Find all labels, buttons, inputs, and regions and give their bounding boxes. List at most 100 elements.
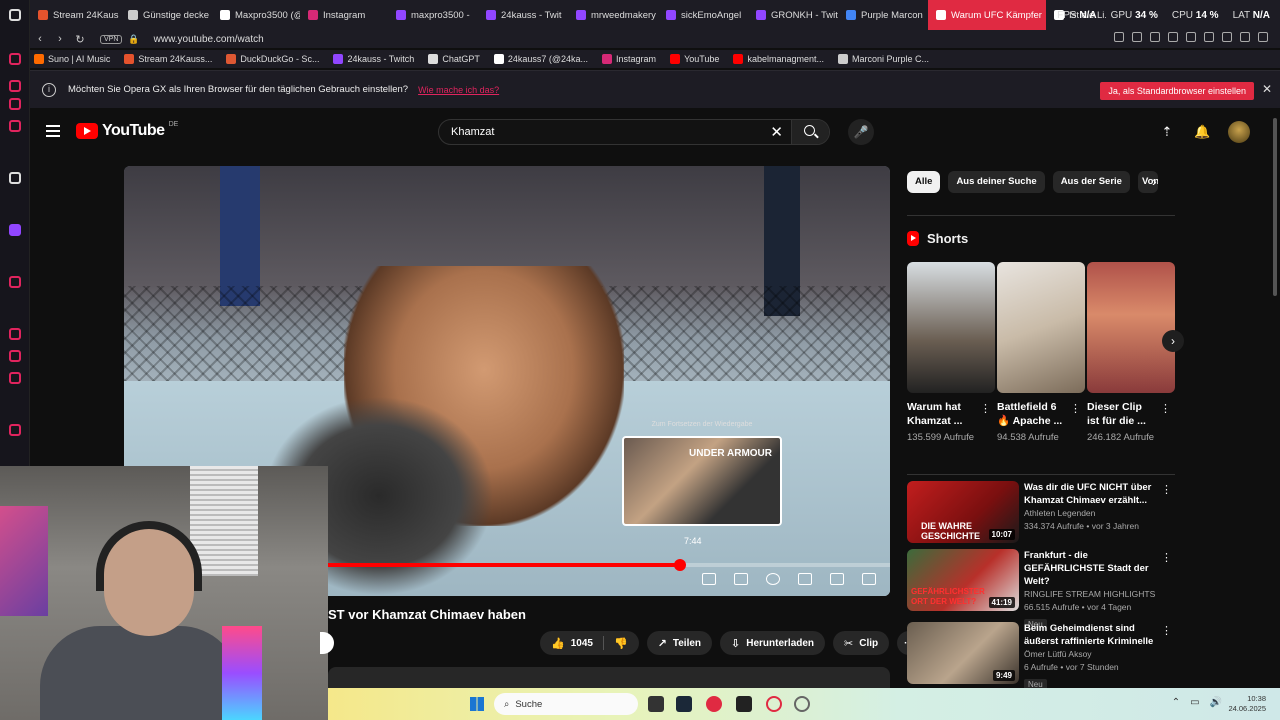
miniplayer-icon[interactable] [798,573,812,585]
download-button[interactable]: ⇩ Herunterladen [720,631,826,655]
file-explorer-icon[interactable] [648,696,664,712]
back-icon[interactable]: ‹ [30,33,50,45]
sidebar-gx-corner-icon[interactable] [9,80,21,92]
taskbar-clock[interactable]: 10:38 24.06.2025 [1228,694,1266,714]
hamburger-menu-icon[interactable] [46,125,60,137]
search-box[interactable]: Khamzat ✕ [438,119,830,145]
tab-9[interactable]: Purple Marcon [838,0,928,30]
heart-icon[interactable] [1186,32,1196,42]
recommended-video[interactable]: GEFÄHRLICHSTER ORT DER WELT? 41:19 Frank… [907,549,1175,630]
tab-8[interactable]: GRONKH - Twit [748,0,838,30]
like-icon[interactable]: 👍 [551,637,565,650]
channel-name[interactable]: Ömer Lütfü Aksoy [1024,648,1164,661]
tab-5[interactable]: 24kauss - Twit [478,0,568,30]
sidebar-twitch-icon[interactable] [9,224,21,236]
extensions-icon[interactable] [1204,32,1214,42]
sidebar-twitch-red-icon[interactable] [9,98,21,110]
short-title[interactable]: Battlefield 6 🔥 Apache ... [997,400,1067,428]
youtube-logo[interactable]: YouTube DE [76,121,178,140]
bookmark-8[interactable]: kabelmanagment... [733,54,824,64]
sidebar-extensions-icon[interactable] [9,350,21,362]
video-title[interactable]: Beim Geheimdienst sind äußerst raffinier… [1024,622,1164,648]
chevron-right-icon[interactable]: › [1152,173,1157,189]
opera-logo-icon[interactable] [9,9,21,21]
progress-scrubber[interactable] [674,559,687,571]
taskbar-search[interactable]: ⌕ Suche [494,693,638,715]
more-vert-icon[interactable]: ⋮ [1161,551,1172,564]
sidebar-speed-dial-icon[interactable] [9,53,21,65]
search-icon[interactable] [791,120,829,144]
short-item[interactable]: Dieser Clip ist für die ... 246.182 Aufr… [1087,262,1175,444]
channel-name[interactable]: RINGLIFE STREAM HIGHLIGHTS [1024,588,1164,601]
steam-icon[interactable] [676,696,692,712]
fullscreen-icon[interactable] [862,573,876,585]
url-field[interactable]: www.youtube.com/watch [154,34,264,45]
tab-active[interactable]: Warum UFC Kämpfer [928,0,1046,30]
tab-1[interactable]: Günstige decke [120,0,212,30]
bookmark-4[interactable]: ChatGPT [428,54,480,64]
more-vert-icon[interactable]: ⋮ [1161,624,1172,637]
channel-name[interactable]: Athleten Legenden [1024,507,1164,520]
forward-icon[interactable]: › [50,33,70,45]
menu-icon[interactable] [1258,32,1268,42]
bookmark-6[interactable]: Instagram [602,54,656,64]
network-icon[interactable]: ▭ [1190,697,1199,708]
recommended-video[interactable]: DIE WAHRE GESCHICHTE 10:07 Was dir die U… [907,481,1175,543]
player-icon[interactable] [1168,32,1178,42]
reload-icon[interactable]: ↻ [70,33,90,46]
tab-6[interactable]: mrweedmakery [568,0,658,30]
shield-icon[interactable] [1150,32,1160,42]
voice-search-icon[interactable]: 🎤 [848,119,874,145]
volume-icon[interactable]: 🔊 [1210,697,1222,708]
bell-icon[interactable]: 🔔 [1194,125,1210,139]
set-default-button[interactable]: Ja, als Standardbrowser einstellen [1100,82,1254,100]
short-thumbnail[interactable] [1087,262,1175,393]
sidebar-settings-icon[interactable] [9,372,21,384]
page-scrollbar[interactable] [1273,118,1277,296]
share-button[interactable]: ↗ Teilen [646,631,713,655]
bookmark-5[interactable]: 24kauss7 (@24ka... [493,54,588,64]
sidebar-more-icon[interactable] [9,424,21,436]
short-title[interactable]: Warum hat Khamzat ... [907,400,977,428]
snapshot-icon[interactable] [1132,32,1142,42]
short-item[interactable]: Battlefield 6 🔥 Apache ... 94.538 Aufruf… [997,262,1085,444]
chip-all[interactable]: Alle [907,171,941,193]
tab-4[interactable]: maxpro3500 - [388,0,478,30]
search-input[interactable]: Khamzat [451,126,494,138]
bookmark-9[interactable]: Marconi Purple C... [837,54,929,64]
more-vert-icon[interactable]: ⋮ [980,402,991,415]
windows-start-icon[interactable] [470,697,484,711]
settings-app-icon[interactable] [794,696,810,712]
bookmark-2[interactable]: DuckDuckGo - Sc... [226,54,319,64]
clip-button[interactable]: ✂ Clip [833,631,890,655]
download-icon[interactable] [1240,32,1250,42]
more-vert-icon[interactable]: ⋮ [1161,483,1172,496]
video-title[interactable]: Was dir die UFC NICHT über Khamzat Chima… [1024,481,1164,507]
opera-gx-icon[interactable] [766,696,782,712]
theater-mode-icon[interactable] [830,573,844,585]
app-red-icon[interactable] [706,696,722,712]
recommended-video[interactable]: 9:49 Beim Geheimdienst sind äußerst raff… [907,622,1175,690]
chip-from-search[interactable]: Aus deiner Suche [948,171,1045,193]
vpn-badge[interactable]: VPN [100,34,123,44]
settings-gear-icon[interactable] [766,573,780,585]
profile-icon[interactable] [1222,32,1232,42]
tab-3[interactable]: Instagram [300,0,388,30]
short-title[interactable]: Dieser Clip ist für die ... [1087,400,1157,428]
pin-icon[interactable] [1114,32,1124,42]
bookmark-1[interactable]: Stream 24Kauss... [124,54,212,64]
how-to-link[interactable]: Wie mache ich das? [418,85,499,95]
shorts-next-icon[interactable]: › [1162,330,1184,352]
like-count[interactable]: 1045 [571,638,593,649]
more-vert-icon[interactable]: ⋮ [1160,402,1171,415]
account-avatar[interactable] [1228,121,1250,143]
tab-2[interactable]: Maxpro3500 (@ [212,0,300,30]
close-icon[interactable]: ✕ [1262,82,1272,96]
short-thumbnail[interactable] [997,262,1085,393]
autoplay-toggle-icon[interactable] [702,573,716,585]
more-vert-icon[interactable]: ⋮ [1070,402,1081,415]
sidebar-messenger-icon[interactable] [9,276,21,288]
upload-icon[interactable]: ⇡ [1160,125,1174,139]
chevron-up-icon[interactable]: ⌃ [1172,697,1180,708]
chip-from-series[interactable]: Aus der Serie [1052,171,1130,193]
